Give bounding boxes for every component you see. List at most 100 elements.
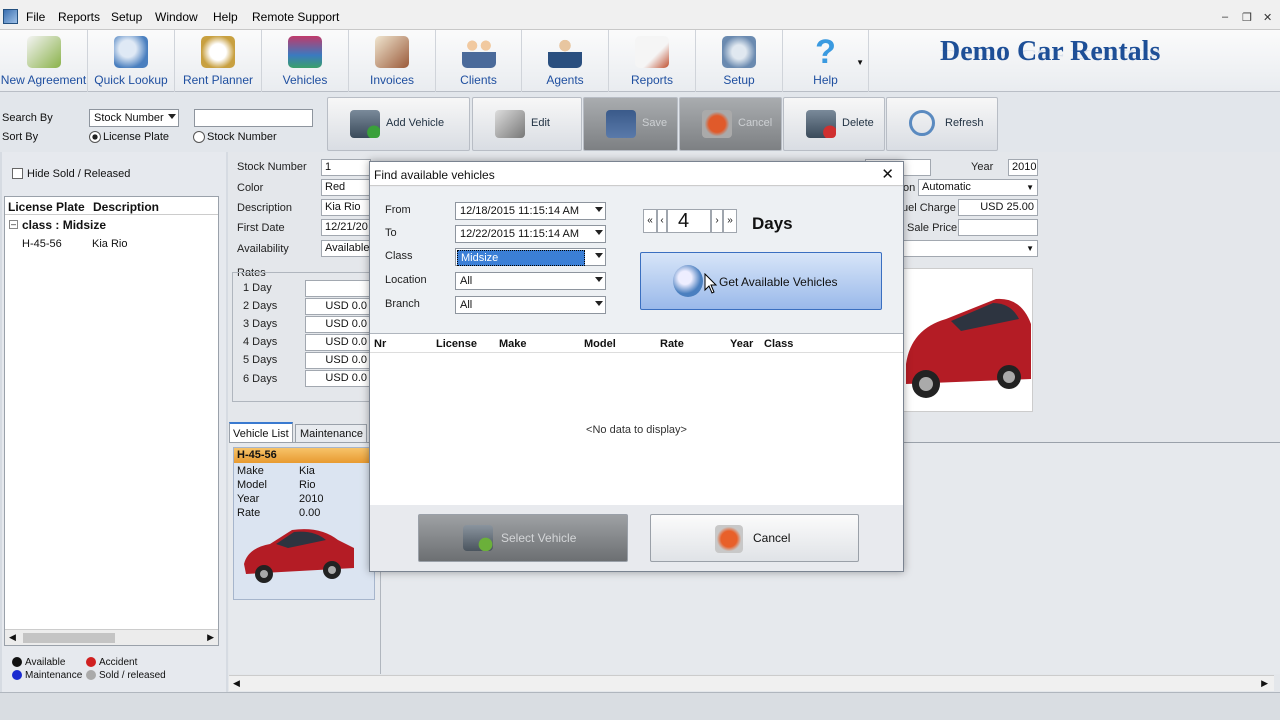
days-next-icon[interactable]: ›: [711, 209, 723, 233]
clients-button[interactable]: Clients: [436, 30, 522, 92]
minimize-icon[interactable]: –: [1222, 11, 1228, 23]
menu-file[interactable]: File: [26, 10, 45, 24]
branch-select[interactable]: ▼: [900, 240, 1038, 257]
card-year-value: 2010: [299, 493, 324, 505]
quick-lookup-button[interactable]: Quick Lookup: [88, 30, 175, 92]
col-year[interactable]: Year: [730, 338, 753, 350]
sale-price-field[interactable]: [958, 219, 1038, 236]
menu-window[interactable]: Window: [155, 10, 198, 24]
tree-group-midsize[interactable]: class : Midsize: [22, 218, 106, 232]
collapse-icon[interactable]: –: [9, 220, 18, 229]
save-button[interactable]: Save: [583, 97, 678, 151]
rate-4days-field[interactable]: USD 0.0: [305, 334, 371, 351]
vehicles-button[interactable]: Vehicles: [262, 30, 349, 92]
select-vehicle-button[interactable]: Select Vehicle: [418, 514, 628, 562]
agents-icon: [548, 36, 582, 68]
rate-2days-field[interactable]: USD 0.0: [305, 298, 371, 315]
col-model[interactable]: Model: [584, 338, 616, 350]
tab-vehicle-list[interactable]: Vehicle List: [229, 422, 293, 442]
sort-license-radio[interactable]: [89, 131, 101, 143]
tree-hscrollbar[interactable]: ◀ ▶: [5, 629, 218, 645]
menu-setup[interactable]: Setup: [111, 10, 142, 24]
search-by-select[interactable]: Stock Number: [89, 109, 179, 127]
dialog-title: Find available vehicles: [374, 168, 495, 182]
class-select[interactable]: Midsize: [455, 248, 606, 266]
find-vehicles-dialog: Find available vehicles ✕ From 12/18/201…: [369, 161, 904, 572]
scroll-right-icon[interactable]: ▶: [1261, 678, 1268, 689]
rate-3days-field[interactable]: USD 0.0: [305, 316, 371, 333]
year-field[interactable]: 2010: [1008, 159, 1038, 176]
new-agreement-button[interactable]: New Agreement: [0, 30, 88, 92]
car-delete-icon: [806, 110, 836, 138]
days-first-icon[interactable]: «: [643, 209, 657, 233]
cancel-toolbar-button[interactable]: Cancel: [679, 97, 782, 151]
col-nr[interactable]: Nr: [374, 338, 386, 350]
reports-button[interactable]: Reports: [609, 30, 696, 92]
col-rate[interactable]: Rate: [660, 338, 684, 350]
scroll-left-icon[interactable]: ◀: [9, 632, 16, 643]
invoices-button[interactable]: Invoices: [349, 30, 436, 92]
cars-stack-icon: [288, 36, 322, 68]
menu-reports[interactable]: Reports: [58, 10, 100, 24]
col-license[interactable]: License: [436, 338, 477, 350]
row-description: Kia Rio: [92, 238, 128, 250]
tree-header: License Plate Description: [5, 197, 218, 215]
cancel-button[interactable]: Cancel: [650, 514, 859, 562]
col-description[interactable]: Description: [93, 200, 159, 214]
clients-group-icon: [461, 36, 496, 68]
search-input[interactable]: [194, 109, 313, 127]
search-by-label: Search By: [2, 112, 53, 124]
menu-remote-support[interactable]: Remote Support: [252, 10, 339, 24]
tab-maintenance[interactable]: Maintenance: [295, 424, 367, 442]
transmission-select[interactable]: Automatic ▼: [918, 179, 1038, 196]
first-date-label: First Date: [237, 222, 285, 234]
scroll-right-icon[interactable]: ▶: [207, 632, 214, 643]
location-select[interactable]: All: [455, 272, 606, 290]
restore-icon[interactable]: ❐: [1242, 11, 1252, 24]
refresh-button[interactable]: Refresh: [886, 97, 998, 151]
branch-select[interactable]: All: [455, 296, 606, 314]
description-field[interactable]: Kia Rio: [321, 199, 371, 216]
setup-button[interactable]: Setup: [696, 30, 783, 92]
ribbon-dropdown-icon[interactable]: ▼: [856, 58, 864, 67]
days-value[interactable]: 4: [667, 209, 711, 233]
days-last-icon[interactable]: »: [723, 209, 737, 233]
refresh-label: Refresh: [945, 117, 984, 129]
edit-pencil-icon: [495, 110, 525, 138]
days-prev-icon[interactable]: ‹: [657, 209, 667, 233]
rate-1day-field[interactable]: [305, 280, 371, 297]
edit-button[interactable]: Edit: [472, 97, 582, 151]
get-available-vehicles-button[interactable]: Get Available Vehicles: [640, 252, 882, 310]
description-label: Description: [237, 202, 293, 214]
vehicle-card[interactable]: H-45-56 Make Kia Model Rio Year 2010 Rat…: [233, 447, 375, 600]
tree-row[interactable]: H-45-56 Kia Rio: [5, 235, 218, 253]
dialog-close-icon[interactable]: ✕: [881, 165, 894, 183]
scroll-left-icon[interactable]: ◀: [233, 678, 240, 689]
fuel-charge-field[interactable]: USD 25.00: [958, 199, 1038, 216]
detail-hscrollbar[interactable]: ◀ ▶: [229, 675, 1274, 691]
color-field[interactable]: Red: [321, 179, 371, 196]
close-window-icon[interactable]: ✕: [1263, 11, 1272, 24]
car-add-icon: [350, 110, 380, 138]
add-vehicle-button[interactable]: Add Vehicle: [327, 97, 470, 151]
first-date-field[interactable]: 12/21/20: [321, 219, 371, 236]
col-make[interactable]: Make: [499, 338, 527, 350]
rent-planner-button[interactable]: Rent Planner: [175, 30, 262, 92]
rate-6days-field[interactable]: USD 0.0: [305, 370, 371, 387]
chevron-down-icon: [168, 114, 176, 119]
sort-stock-radio[interactable]: [193, 131, 205, 143]
col-class[interactable]: Class: [764, 338, 793, 350]
availability-field[interactable]: Available: [321, 240, 371, 257]
stock-number-field[interactable]: 1: [321, 159, 371, 176]
rate-5days-field[interactable]: USD 0.0: [305, 352, 371, 369]
delete-button[interactable]: Delete: [783, 97, 885, 151]
scroll-thumb[interactable]: [23, 633, 115, 643]
from-datetime-select[interactable]: 12/18/2015 11:15:14 AM: [455, 202, 606, 220]
agreement-pen-icon: [26, 36, 61, 68]
agents-button[interactable]: Agents: [522, 30, 609, 92]
hide-sold-checkbox[interactable]: [12, 168, 23, 179]
col-license-plate[interactable]: License Plate: [8, 200, 85, 214]
to-datetime-select[interactable]: 12/22/2015 11:15:14 AM: [455, 225, 606, 243]
help-button[interactable]: ? Help ▼: [783, 30, 869, 92]
menu-help[interactable]: Help: [213, 10, 238, 24]
